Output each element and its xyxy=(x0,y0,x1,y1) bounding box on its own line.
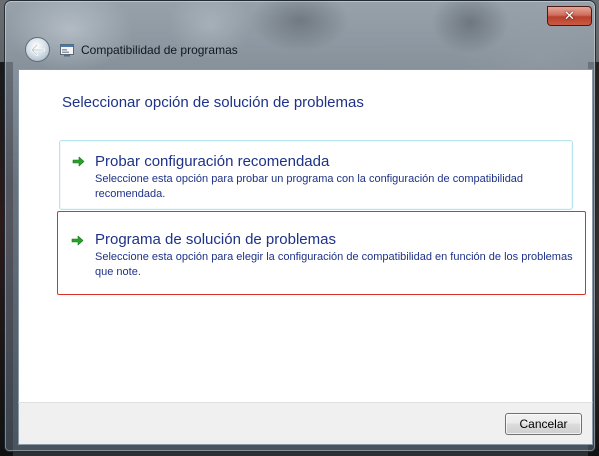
page-heading: Seleccionar opción de solución de proble… xyxy=(62,94,364,111)
back-arrow-icon xyxy=(30,43,45,56)
option-title: Programa de solución de problemas xyxy=(95,231,336,248)
close-button[interactable]: ✕ xyxy=(547,6,592,26)
window-title: Compatibilidad de programas xyxy=(81,43,238,57)
green-arrow-icon xyxy=(71,235,84,246)
dialog-content: Seleccionar opción de solución de proble… xyxy=(18,69,593,403)
option-recommended-settings[interactable]: Probar configuración recomendada Selecci… xyxy=(59,140,573,210)
close-icon: ✕ xyxy=(564,8,575,24)
program-compatibility-icon xyxy=(60,44,74,57)
dialog-footer: Cancelar xyxy=(18,402,593,445)
cancel-button[interactable]: Cancelar xyxy=(505,413,582,435)
option-description: Seleccione esta opción para elegir la co… xyxy=(95,251,573,278)
back-button[interactable] xyxy=(25,37,50,62)
option-title: Probar configuración recomendada xyxy=(95,153,330,170)
option-description: Seleccione esta opción para probar un pr… xyxy=(95,173,524,200)
green-arrow-icon xyxy=(72,156,85,167)
program-compatibility-window: ✕ Compatibilidad de programas Selecciona… xyxy=(4,0,596,452)
option-troubleshoot-program[interactable]: Programa de solución de problemas Selecc… xyxy=(57,211,586,295)
